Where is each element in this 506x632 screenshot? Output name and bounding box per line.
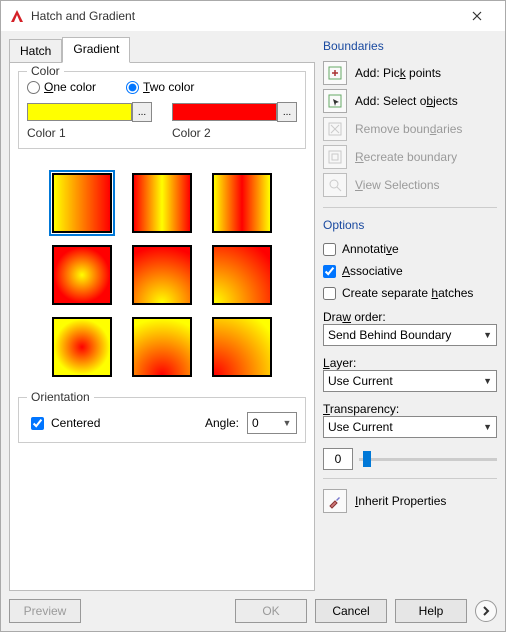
chevron-down-icon[interactable]: ▼ (280, 418, 294, 428)
annotative-checkbox[interactable]: Annotative (323, 242, 497, 256)
create-separate-checkbox[interactable]: Create separate hatches (323, 286, 497, 300)
boundaries-heading: Boundaries (323, 39, 497, 53)
recreate-boundary-icon (323, 145, 347, 169)
add-pick-points-button[interactable]: Add: Pick points (323, 59, 497, 87)
color1-label: Color 1 (27, 126, 152, 140)
add-select-objects-button[interactable]: Add: Select objects (323, 87, 497, 115)
gradient-inv-spherical[interactable] (52, 317, 112, 377)
select-objects-icon (323, 89, 347, 113)
associative-checkbox[interactable]: Associative (323, 264, 497, 278)
chevron-down-icon: ▼ (483, 422, 492, 432)
view-selections-button: View Selections (323, 171, 497, 199)
gradient-hemispherical[interactable] (132, 245, 192, 305)
tab-hatch[interactable]: Hatch (9, 39, 62, 63)
titlebar: Hatch and Gradient (1, 1, 505, 31)
gradient-cylinder-horiz[interactable] (132, 173, 192, 233)
expand-button[interactable] (475, 600, 497, 622)
tab-bar: Hatch Gradient (9, 37, 315, 63)
recreate-boundary-button: Recreate boundary (323, 143, 497, 171)
color2-swatch[interactable] (172, 103, 277, 121)
orientation-legend: Orientation (27, 390, 94, 404)
angle-combo[interactable]: ▼ (247, 412, 297, 434)
angle-input[interactable] (248, 415, 280, 431)
remove-boundaries-icon (323, 117, 347, 141)
preview-button: Preview (9, 599, 81, 623)
gradient-panel: Color One color Two color (9, 62, 315, 591)
inherit-properties-icon (323, 489, 347, 513)
centered-checkbox[interactable]: Centered (27, 414, 100, 433)
radio-one-color[interactable]: One color (27, 80, 96, 94)
ok-button: OK (235, 599, 307, 623)
layer-combo[interactable]: Use Current▼ (323, 370, 497, 392)
right-panel: Boundaries Add: Pick points Add: Select … (323, 37, 497, 591)
gradient-linear-horiz[interactable] (52, 173, 112, 233)
angle-label: Angle: (205, 416, 239, 430)
draw-order-combo[interactable]: Send Behind Boundary▼ (323, 324, 497, 346)
dialog-window: Hatch and Gradient Hatch Gradient Color … (0, 0, 506, 632)
color2-label: Color 2 (172, 126, 297, 140)
window-title: Hatch and Gradient (31, 9, 457, 23)
gradient-curved[interactable] (212, 245, 272, 305)
help-button[interactable]: Help (395, 599, 467, 623)
gradient-spherical[interactable] (52, 245, 112, 305)
inherit-properties-button[interactable]: Inherit Properties (323, 487, 497, 515)
chevron-down-icon: ▼ (483, 376, 492, 386)
transparency-combo[interactable]: Use Current▼ (323, 416, 497, 438)
layer-label: Layer: (323, 356, 497, 370)
transparency-label: Transparency: (323, 402, 497, 416)
dialog-footer: Preview OK Cancel Help (1, 591, 505, 631)
gradient-grid (18, 173, 306, 377)
close-button[interactable] (457, 2, 497, 30)
gradient-inv-hemispherical[interactable] (132, 317, 192, 377)
color1-swatch[interactable] (27, 103, 132, 121)
color-legend: Color (27, 64, 64, 78)
chevron-down-icon: ▼ (483, 330, 492, 340)
tab-gradient[interactable]: Gradient (62, 37, 130, 63)
remove-boundaries-button: Remove boundaries (323, 115, 497, 143)
pick-points-icon (323, 61, 347, 85)
gradient-inv-curved[interactable] (212, 317, 272, 377)
gradient-inv-cylinder-horiz[interactable] (212, 173, 272, 233)
orientation-group: Orientation Centered Angle: ▼ (18, 397, 306, 443)
transparency-slider[interactable] (359, 448, 497, 470)
color1-picker-button[interactable]: ... (132, 102, 152, 122)
cancel-button[interactable]: Cancel (315, 599, 387, 623)
draw-order-label: Draw order: (323, 310, 497, 324)
options-heading: Options (323, 218, 497, 232)
magnifier-icon (323, 173, 347, 197)
app-logo-icon (9, 8, 25, 24)
transparency-value[interactable]: 0 (323, 448, 353, 470)
color-group: Color One color Two color (18, 71, 306, 149)
color2-picker-button[interactable]: ... (277, 102, 297, 122)
radio-two-color[interactable]: Two color (126, 80, 194, 94)
